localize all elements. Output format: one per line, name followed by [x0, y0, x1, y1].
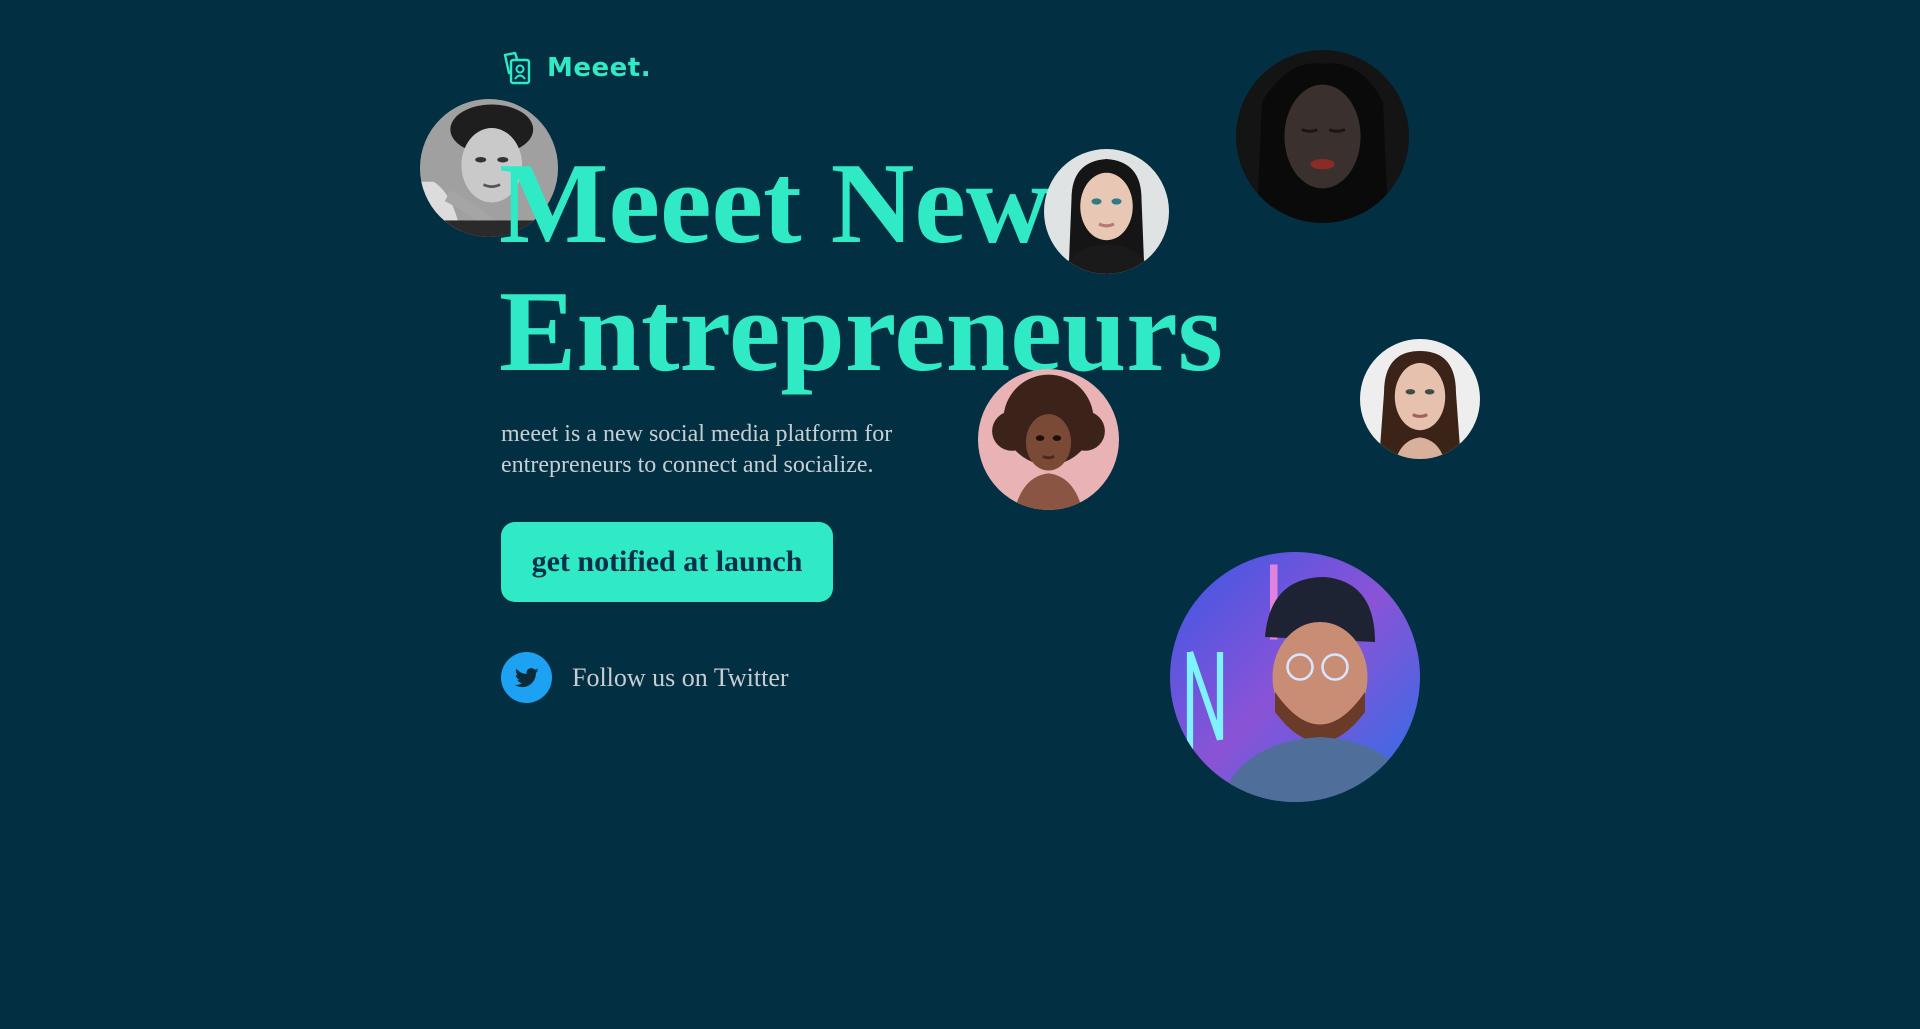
- avatar-woman-curly: [978, 369, 1119, 510]
- avatar-woman-closed-eyes: [1236, 50, 1409, 223]
- brand-name: Meeet.: [547, 53, 652, 83]
- twitter-link[interactable]: Follow us on Twitter: [501, 652, 789, 703]
- photo-cards-icon: [503, 51, 531, 85]
- avatar-woman-dark-hair: [1044, 149, 1169, 274]
- headline-line-2: Entrepreneurs: [499, 268, 1223, 396]
- twitter-label: Follow us on Twitter: [572, 662, 789, 692]
- avatar-man-beanie: [1170, 552, 1420, 802]
- twitter-badge: [501, 652, 552, 703]
- get-notified-button[interactable]: get notified at launch: [501, 522, 833, 602]
- hero-subtext: meeet is a new social media platform for…: [501, 421, 893, 478]
- brand-logo[interactable]: Meeet.: [501, 51, 651, 85]
- twitter-bird-icon: [514, 667, 538, 687]
- avatar-woman-auburn: [1360, 339, 1480, 459]
